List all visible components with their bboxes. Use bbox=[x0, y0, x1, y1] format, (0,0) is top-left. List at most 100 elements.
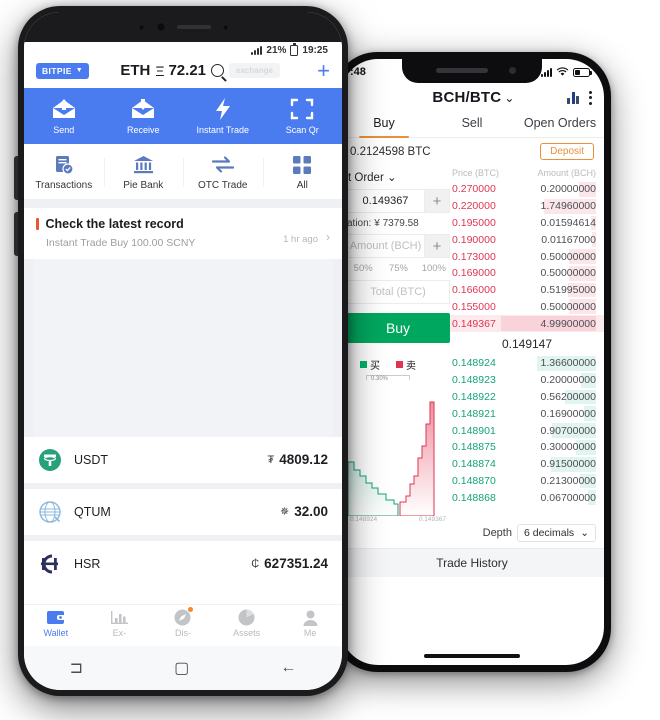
trade-history-button[interactable]: Trade History bbox=[340, 548, 604, 577]
trading-pair-selector[interactable]: BCH/BTC ⌄ bbox=[380, 89, 567, 106]
tabbar-item-discover[interactable]: Dis- bbox=[151, 605, 215, 646]
trading-pair-label: BCH/BTC bbox=[432, 89, 502, 106]
deposit-button[interactable]: Deposit bbox=[540, 143, 594, 160]
buy-submit-button[interactable]: Buy bbox=[346, 313, 450, 343]
action-instant-trade[interactable]: Instant Trade bbox=[183, 97, 263, 135]
quick-otc-trade-label: OTC Trade bbox=[198, 179, 248, 191]
order-amount: 1.36600000 bbox=[540, 357, 596, 370]
order-amount: 0.01167000 bbox=[541, 233, 596, 246]
col-amount: Amount (BCH) bbox=[537, 168, 596, 178]
home-icon[interactable]: ▢ bbox=[174, 658, 189, 678]
amount-increment-button[interactable]: + bbox=[424, 234, 450, 258]
order-book-row[interactable]: 0.166000 0.51995000 bbox=[450, 282, 604, 299]
android-nav-bar: ⊐ ▢ ← bbox=[24, 646, 342, 690]
price-increment-button[interactable]: + bbox=[424, 189, 450, 213]
order-amount: 0.91500000 bbox=[540, 458, 596, 471]
total-input[interactable]: Total (BTC) bbox=[346, 280, 450, 304]
coin-amount-wrap: ✵ 32.00 bbox=[280, 504, 328, 519]
coin-row-hsr[interactable]: HSR ₵ 627351.24 bbox=[24, 540, 342, 587]
order-book-row[interactable]: 0.148874 0.91500000 bbox=[450, 456, 604, 473]
quick-pie-bank[interactable]: Pie Bank bbox=[103, 154, 184, 191]
percent-75-button[interactable]: 75% bbox=[382, 263, 414, 274]
order-price: 0.148874 bbox=[452, 458, 496, 471]
person-icon bbox=[278, 609, 342, 626]
coin-row-qtum[interactable]: QTUM ✵ 32.00 bbox=[24, 488, 342, 535]
order-amount: 0.16900000 bbox=[540, 407, 596, 420]
placeholder-card bbox=[24, 418, 342, 437]
amount-input[interactable]: Amount (BCH) bbox=[346, 234, 424, 258]
order-book-row[interactable]: 0.148921 0.16900000 bbox=[450, 405, 604, 422]
balance-amount: 0.2124598 BTC bbox=[350, 145, 431, 158]
iphone-device: :48 BCH/BTC ⌄ Buy Sell Open Orders 0.212… bbox=[333, 52, 611, 672]
buy-orders-list: 0.148924 1.36600000 0.148923 0.20000000 0.14… bbox=[450, 355, 604, 506]
order-book-row[interactable]: 0.148923 0.20000000 bbox=[450, 372, 604, 389]
search-icon[interactable] bbox=[211, 64, 225, 78]
tabbar-item-me[interactable]: Me bbox=[278, 605, 342, 646]
order-book-row[interactable]: 0.148922 0.56200000 bbox=[450, 389, 604, 406]
tabbar-item-exchange[interactable]: Ex- bbox=[88, 605, 152, 646]
order-book-row[interactable]: 0.155000 0.50000000 bbox=[450, 298, 604, 315]
order-book-row[interactable]: 0.148868 0.06700000 bbox=[450, 489, 604, 506]
tab-buy[interactable]: Buy bbox=[340, 112, 428, 138]
order-book-row[interactable]: 0.195000 0.01594614 bbox=[450, 215, 604, 232]
recent-apps-icon[interactable]: ⊐ bbox=[70, 658, 83, 678]
depth-scale-bar: 0.30% bbox=[366, 375, 410, 382]
coin-amount: 627351.24 bbox=[264, 556, 328, 572]
wallet-selector-chip[interactable]: BITPIE ▼ bbox=[36, 62, 90, 79]
sensor-icon bbox=[137, 23, 145, 31]
android-device: 21% 19:25 BITPIE ▼ ETH Ξ 72.21 exchange … bbox=[14, 6, 348, 696]
percent-100-button[interactable]: 100% bbox=[418, 263, 450, 274]
quick-transactions[interactable]: Transactions bbox=[24, 154, 104, 191]
coin-row-usdt[interactable]: USDT ₮ 4809.12 bbox=[24, 436, 342, 483]
order-book-row[interactable]: 0.148875 0.30000000 bbox=[450, 439, 604, 456]
order-book-row[interactable]: 0.173000 0.50000000 bbox=[450, 248, 604, 265]
order-book-row[interactable]: 0.148901 0.90700000 bbox=[450, 422, 604, 439]
add-button[interactable]: + bbox=[317, 60, 330, 82]
order-amount: 0.01594614 bbox=[540, 216, 596, 229]
order-book-row[interactable]: 0.220000 1.74960000 bbox=[450, 198, 604, 215]
kebab-menu-icon[interactable] bbox=[589, 90, 592, 105]
tabbar-item-wallet[interactable]: Wallet bbox=[24, 605, 88, 646]
order-book-row[interactable]: 0.169000 0.50000000 bbox=[450, 265, 604, 282]
order-price: 0.148901 bbox=[452, 424, 496, 437]
order-price: 0.148924 bbox=[452, 357, 496, 370]
action-receive[interactable]: Receive bbox=[104, 97, 184, 135]
order-type-label: t Order bbox=[348, 172, 384, 184]
action-scan-qr[interactable]: Scan Qr bbox=[263, 97, 343, 135]
action-scan-qr-label: Scan Qr bbox=[285, 124, 319, 135]
order-amount: 0.50000000 bbox=[540, 267, 596, 280]
depth-decimals-value: 6 decimals bbox=[523, 527, 575, 539]
order-book-row[interactable]: 0.148924 1.36600000 bbox=[450, 355, 604, 372]
battery-icon bbox=[573, 67, 592, 77]
home-indicator[interactable] bbox=[424, 654, 520, 658]
search-input[interactable]: exchange bbox=[229, 63, 280, 79]
percent-50-button[interactable]: 50% bbox=[347, 263, 379, 274]
front-camera-icon bbox=[155, 22, 166, 32]
order-book-row[interactable]: 0.148870 0.21300000 bbox=[450, 473, 604, 490]
coin-amount-wrap: ₮ 4809.12 bbox=[267, 452, 328, 467]
signal-bars-icon bbox=[541, 67, 552, 77]
battery-icon bbox=[290, 43, 299, 56]
quick-otc-trade[interactable]: OTC Trade bbox=[183, 154, 263, 191]
chart-icon[interactable] bbox=[567, 91, 579, 104]
quick-all[interactable]: All bbox=[262, 154, 343, 191]
order-book-row[interactable]: 0.190000 0.01167000 bbox=[450, 231, 604, 248]
receive-icon bbox=[104, 97, 184, 121]
action-send[interactable]: Send bbox=[24, 97, 104, 135]
android-top-bezel bbox=[24, 12, 342, 42]
depth-decimals-select[interactable]: 6 decimals ⌄ bbox=[516, 524, 596, 542]
tabbar-item-assets[interactable]: Assets bbox=[215, 605, 279, 646]
primary-actions-bar: Send Receive Instant Trade Scan Qr bbox=[24, 87, 343, 144]
order-type-selector[interactable]: t Order ⌄ bbox=[346, 169, 450, 189]
latest-record-card[interactable]: Check the latest record Instant Trade Bu… bbox=[24, 207, 342, 259]
compass-icon bbox=[151, 609, 215, 626]
price-input[interactable]: 0.149367 bbox=[346, 189, 424, 213]
order-price: 0.148870 bbox=[452, 474, 496, 487]
order-book-row[interactable]: 0.270000 0.20000000 bbox=[450, 181, 604, 198]
scan-icon bbox=[263, 97, 343, 121]
order-book-row[interactable]: 0.149367 4.99900000 bbox=[450, 315, 604, 333]
order-book: Price (BTC) Amount (BCH) 0.270000 0.20000… bbox=[450, 165, 604, 521]
tab-open-orders[interactable]: Open Orders bbox=[516, 112, 604, 137]
tab-sell[interactable]: Sell bbox=[428, 112, 516, 137]
back-icon[interactable]: ← bbox=[280, 659, 296, 677]
